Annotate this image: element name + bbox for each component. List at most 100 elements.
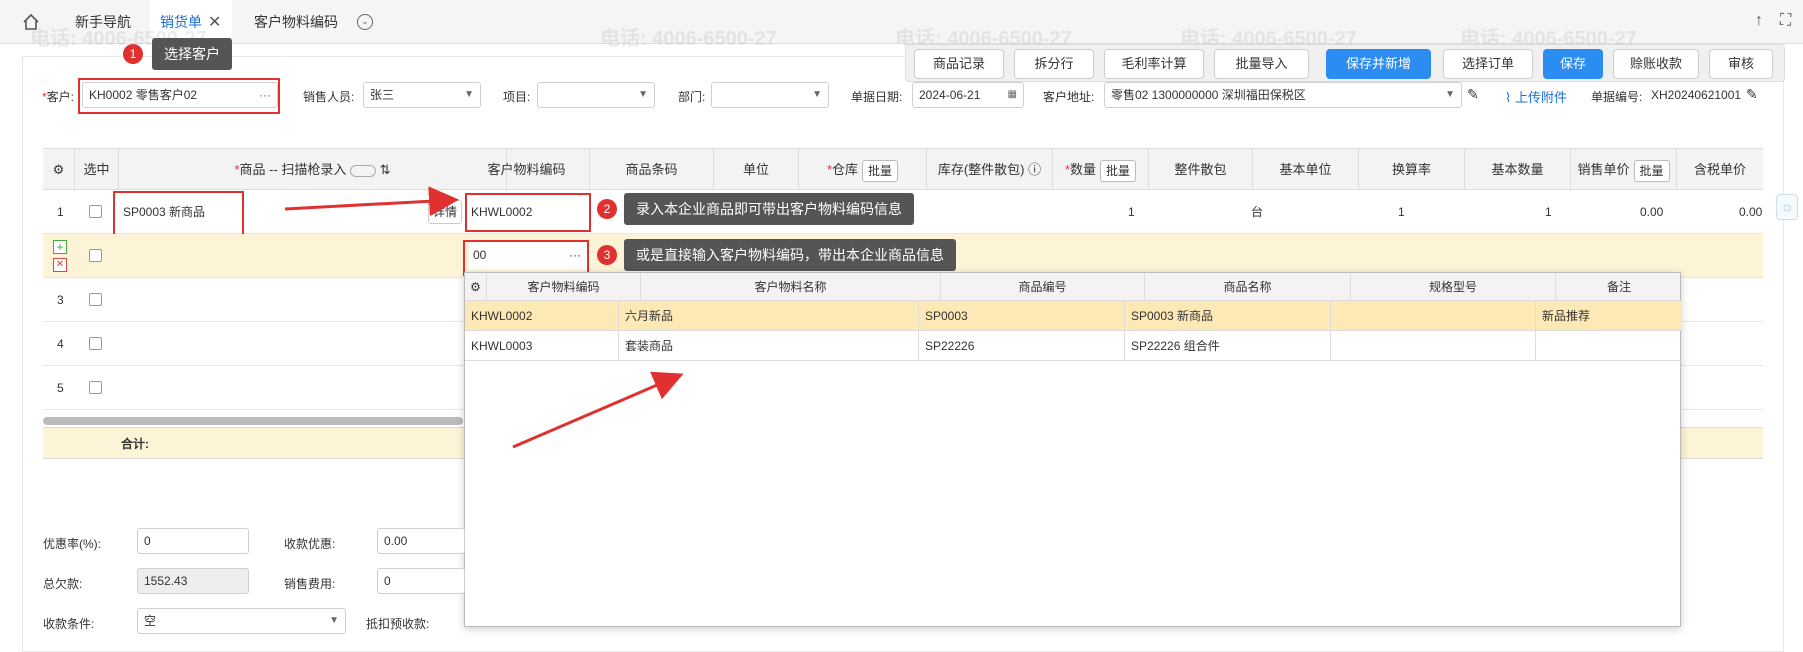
edit-icon[interactable]: ✎: [1746, 86, 1758, 103]
batch-button[interactable]: 批量: [1633, 159, 1670, 182]
close-icon[interactable]: ✕: [208, 14, 221, 31]
row-index: 1: [57, 205, 64, 219]
home-icon[interactable]: [22, 13, 40, 31]
arrow-up-icon[interactable]: ↑: [1755, 12, 1763, 30]
collect-discount-label: 收款优惠:: [284, 537, 336, 551]
col-cust-code: 客户物料编码: [464, 149, 590, 191]
detail-button[interactable]: 详情: [428, 200, 463, 224]
callout-enter-product: 录入本企业商品即可带出客户物料编码信息: [624, 193, 914, 225]
price-cell[interactable]: 0.00: [1640, 190, 1663, 234]
row-checkbox[interactable]: [89, 381, 102, 394]
dd-product-name: SP22226 组合件: [1125, 331, 1331, 361]
help-icon: ⓘ: [1028, 162, 1042, 177]
dropdown-row[interactable]: KHWL0002 六月新品 SP0003 SP0003 新商品 新品推荐: [465, 301, 1682, 331]
dropdown-header: ⚙ 客户物料编码 客户物料名称 商品编号 商品名称 规格型号 备注: [465, 273, 1680, 301]
sales-fee-input[interactable]: 0: [377, 568, 465, 594]
toggle-icon: [350, 164, 377, 177]
chat-icon[interactable]: ◌: [1776, 194, 1798, 220]
audit-button[interactable]: 审核: [1709, 49, 1773, 79]
highlight-customer: [78, 78, 280, 114]
customer-label: *客户:: [42, 90, 75, 104]
dd-cust-name: 六月新品: [619, 301, 919, 331]
tab-material[interactable]: 客户物料编码: [236, 0, 356, 44]
highlight-cust-code: [465, 193, 591, 232]
col-warehouse: *仓库 批量: [799, 149, 927, 191]
date-value: 2024-06-21: [919, 88, 981, 102]
fullscreen-icon[interactable]: ⛶: [1780, 12, 1791, 30]
save-new-button[interactable]: 保存并新增: [1326, 49, 1431, 79]
col-product[interactable]: *商品 -- 扫描枪录入 ⇅: [119, 149, 507, 191]
settings-icon[interactable]: ⚙: [465, 273, 487, 301]
salesperson-value: 张三: [370, 88, 395, 102]
product-record-button[interactable]: 商品记录: [914, 49, 1004, 79]
row-checkbox[interactable]: [89, 205, 102, 218]
qty-cell[interactable]: 1: [1128, 190, 1135, 234]
add-row-icon[interactable]: +: [53, 240, 67, 254]
sales-fee-label: 销售费用:: [284, 577, 336, 591]
tab-guide[interactable]: 新手导航: [58, 0, 148, 44]
select-order-button[interactable]: 选择订单: [1443, 49, 1533, 79]
tax-price-cell[interactable]: 0.00: [1739, 190, 1762, 234]
batch-button[interactable]: 批量: [1100, 159, 1137, 182]
col-unit: 单位: [714, 149, 799, 191]
dd-spec: [1331, 301, 1536, 331]
batch-button[interactable]: 批量: [862, 159, 899, 182]
dd-remark: [1536, 331, 1682, 361]
grid-header: ⚙ 选中 *商品 -- 扫描枪录入 ⇅ 客户物料编码 商品条码 单位 *仓库 批量…: [43, 148, 1763, 224]
split-row-button[interactable]: 拆分行: [1014, 49, 1094, 79]
dropdown-row[interactable]: KHWL0003 套装商品 SP22226 SP22226 组合件: [465, 331, 1682, 361]
collect-cond-select[interactable]: 空 ▼: [137, 608, 346, 634]
total-owed-label: 总欠款:: [43, 577, 83, 591]
save-button[interactable]: 保存: [1543, 49, 1603, 79]
col-select: 选中: [75, 149, 119, 191]
credit-collect-button[interactable]: 赊账收款: [1613, 49, 1699, 79]
rate-cell: 1: [1398, 205, 1405, 219]
col-base-qty: 基本数量: [1465, 149, 1571, 191]
col-barcode: 商品条码: [590, 149, 714, 191]
horizontal-scrollbar[interactable]: [43, 417, 463, 425]
dept-label: 部门:: [678, 90, 706, 104]
deduct-label: 抵扣预收款:: [366, 617, 430, 631]
discount-rate-input[interactable]: 0: [137, 528, 249, 554]
callout-select-customer: 选择客户: [152, 38, 232, 70]
batch-import-button[interactable]: 批量导入: [1214, 49, 1309, 79]
row-checkbox[interactable]: [89, 249, 102, 262]
col-stock: 库存(整件散包) ⓘ: [927, 149, 1053, 191]
dept-select[interactable]: ▼: [711, 82, 829, 108]
dd-cust-name: 套装商品: [619, 331, 919, 361]
row-index: 4: [57, 337, 64, 351]
docno-label: 单据编号:: [1591, 90, 1643, 104]
col-tax-price: 含税单价批量: [1677, 149, 1763, 224]
cust-code-dropdown: ⚙ 客户物料编码 客户物料名称 商品编号 商品名称 规格型号 备注 KHWL00…: [464, 272, 1682, 627]
highlight-cust-code-input: [463, 240, 589, 276]
row-checkbox[interactable]: [89, 337, 102, 350]
paperclip-icon: ⌇: [1505, 90, 1515, 105]
col-base-unit: 基本单位: [1253, 149, 1359, 191]
margin-calc-button[interactable]: 毛利率计算: [1104, 49, 1204, 79]
dd-col-spec: 规格型号: [1351, 273, 1556, 301]
delete-row-icon[interactable]: ✕: [53, 258, 67, 272]
dd-cust-code: KHWL0003: [465, 331, 619, 361]
discount-rate-value: 0: [144, 534, 151, 548]
chevron-down-icon[interactable]: ⌄: [357, 14, 373, 30]
row-checkbox[interactable]: [89, 293, 102, 306]
dd-cust-code: KHWL0002: [465, 301, 619, 331]
collect-discount-input[interactable]: 0.00: [377, 528, 465, 554]
docno-value: XH20240621001: [1651, 88, 1742, 102]
salesperson-select[interactable]: 张三 ▼: [363, 82, 481, 108]
base-unit-cell: 台: [1251, 205, 1264, 219]
tab-guide-label: 新手导航: [75, 14, 131, 30]
dd-product-no: SP0003: [919, 301, 1125, 331]
total-owed-field: 1552.43: [137, 568, 249, 594]
settings-icon[interactable]: ⚙: [43, 149, 75, 191]
step-number: 2: [597, 199, 617, 219]
upload-attachment-link[interactable]: ⌇ 上传附件: [1505, 87, 1567, 106]
date-field[interactable]: 2024-06-21 ▦: [912, 82, 1024, 108]
address-label: 客户地址:: [1043, 90, 1095, 104]
sales-fee-value: 0: [384, 574, 391, 588]
project-select[interactable]: ▼: [537, 82, 655, 108]
edit-icon[interactable]: ✎: [1467, 86, 1479, 103]
address-select[interactable]: 零售02 1300000000 深圳福田保税区 ▼: [1104, 82, 1462, 108]
dd-product-no: SP22226: [919, 331, 1125, 361]
address-value: 零售02 1300000000 深圳福田保税区: [1111, 88, 1306, 102]
